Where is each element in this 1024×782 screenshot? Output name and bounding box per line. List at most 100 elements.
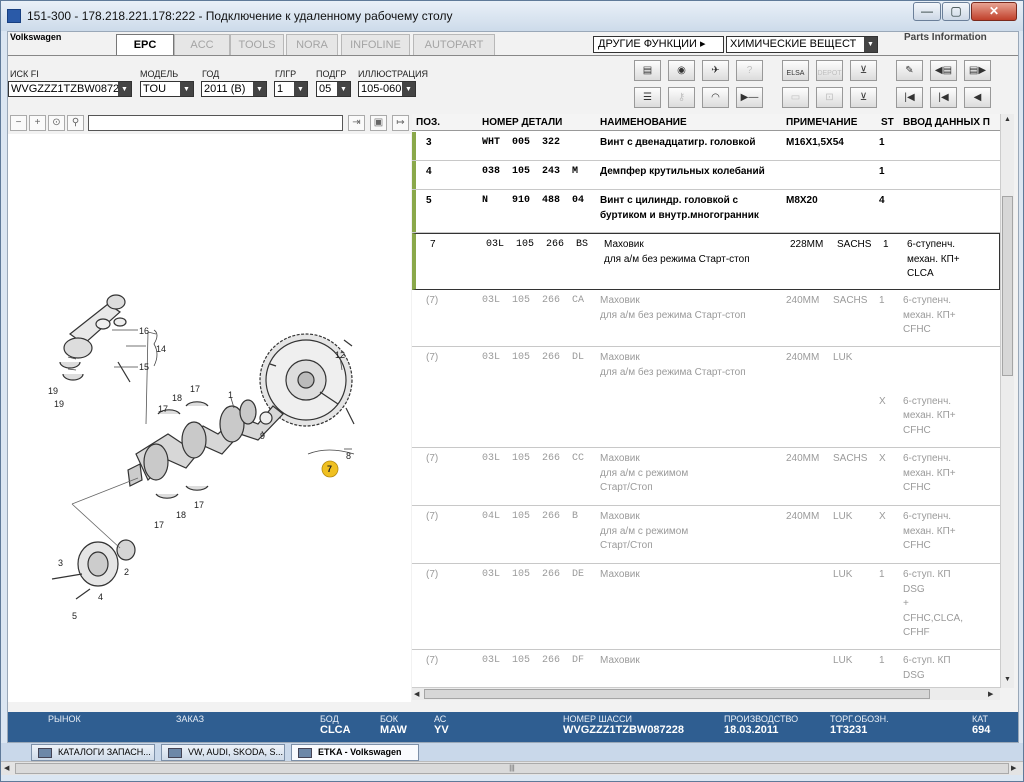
help-icon[interactable]: ? bbox=[736, 60, 763, 81]
vin-select[interactable]: WVGZZZ1TZBW08722 ▼ bbox=[8, 81, 132, 97]
callout-16[interactable]: 16 bbox=[139, 326, 149, 336]
cart-add-icon[interactable]: ⊻ bbox=[850, 87, 877, 108]
magnifier-icon[interactable]: ⚲ bbox=[67, 115, 84, 131]
header-part-number[interactable]: НОМЕР ДЕТАЛИ bbox=[482, 117, 562, 128]
zoom-in-icon[interactable]: + bbox=[29, 115, 46, 131]
callout-9[interactable]: 9 bbox=[260, 431, 265, 441]
scroll-down-icon[interactable]: ▼ bbox=[1004, 676, 1011, 683]
table-horizontal-scrollbar[interactable]: ◀ ▶ bbox=[412, 687, 1000, 700]
horizontal-scroll-thumb[interactable] bbox=[424, 689, 930, 699]
chevron-down-icon[interactable]: ▼ bbox=[180, 82, 193, 96]
remote-horizontal-scrollbar[interactable]: ◀ ||| ▶ bbox=[1, 761, 1023, 775]
callout-2[interactable]: 2 bbox=[124, 567, 129, 577]
callout-5[interactable]: 5 bbox=[72, 611, 77, 621]
year-select[interactable]: 2011 (B) ▼ bbox=[201, 81, 267, 97]
cart-icon[interactable]: ⊻ bbox=[850, 60, 877, 81]
callout-12[interactable]: 12 bbox=[335, 350, 345, 360]
tab-epc[interactable]: EPC bbox=[116, 34, 174, 56]
task-catalogs[interactable]: КАТАЛОГИ ЗАПАСН... bbox=[31, 744, 155, 761]
expand-icon[interactable]: ↦ bbox=[392, 115, 409, 131]
callout-4[interactable]: 4 bbox=[98, 592, 103, 602]
zoom-fit-icon[interactable]: ⊙ bbox=[48, 115, 65, 131]
tab-nora[interactable]: NORA bbox=[286, 34, 338, 55]
cd-icon[interactable]: ◉ bbox=[668, 60, 695, 81]
scroll-left-icon[interactable]: ◀ bbox=[4, 764, 9, 772]
chevron-down-icon[interactable]: ▼ bbox=[118, 82, 131, 96]
minimize-button[interactable]: — bbox=[913, 2, 941, 21]
key-icon[interactable]: ⚷ bbox=[668, 87, 695, 108]
task-vw-audi-skoda[interactable]: VW, AUDI, SKODA, S... bbox=[161, 744, 285, 761]
next-page-icon[interactable]: ▤▶ bbox=[964, 60, 991, 81]
table-row[interactable]: 5 N 910 488 04 Винт с цилиндр. головкой с … bbox=[412, 190, 1000, 233]
other-functions-button[interactable]: ДРУГИЕ ФУНКЦИИ ▸ bbox=[593, 36, 724, 53]
remote-scroll-thumb[interactable]: ||| bbox=[15, 763, 1009, 774]
previous-icon[interactable]: ◀ bbox=[964, 87, 991, 108]
parts-illustration[interactable]: 16 14 15 19 19 18 17 17 1 9 12 8 7 3 2 4… bbox=[8, 134, 411, 702]
car-icon[interactable]: ⊡ bbox=[816, 87, 843, 108]
back-icon[interactable]: |◀ bbox=[930, 87, 957, 108]
chevron-down-icon[interactable]: ▼ bbox=[864, 37, 877, 52]
table-row[interactable]: (7) 03L 105 266 DL Маховик для а/м без реж… bbox=[412, 347, 1000, 448]
callout-17-lower-right[interactable]: 17 bbox=[194, 500, 204, 510]
car-repair-icon[interactable]: ✈ bbox=[702, 60, 729, 81]
next-step-icon[interactable]: ▶— bbox=[736, 87, 763, 108]
pin-icon[interactable]: ✎ bbox=[896, 60, 923, 81]
table-row[interactable]: (7) 03L 105 266 DF Маховик LUK 1 6-ступ. КП D… bbox=[412, 650, 1000, 688]
callout-3[interactable]: 3 bbox=[58, 558, 63, 568]
split-view-icon[interactable]: ⇥ bbox=[348, 115, 365, 131]
callout-8[interactable]: 8 bbox=[346, 451, 351, 461]
scroll-right-icon[interactable]: ▶ bbox=[1011, 764, 1016, 772]
callout-18-upper[interactable]: 18 bbox=[172, 393, 182, 403]
model-select[interactable]: TOU ▼ bbox=[140, 81, 194, 97]
table-vertical-scrollbar[interactable]: ▲ ▼ bbox=[1000, 114, 1014, 688]
vertical-scroll-thumb[interactable] bbox=[1002, 196, 1013, 376]
callout-17-lower-left[interactable]: 17 bbox=[154, 520, 164, 530]
subgroup-select[interactable]: 05 ▼ bbox=[316, 81, 351, 97]
depot-icon[interactable]: DEPOT bbox=[816, 60, 843, 81]
maximize-button[interactable]: ▢ bbox=[942, 2, 970, 21]
tab-autopart[interactable]: AUTOPART bbox=[413, 34, 495, 55]
header-st[interactable]: ST bbox=[881, 117, 894, 128]
prev-page-icon[interactable]: ◀▤ bbox=[930, 60, 957, 81]
chevron-down-icon[interactable]: ▼ bbox=[402, 82, 415, 96]
callout-1[interactable]: 1 bbox=[228, 390, 233, 400]
zoom-out-icon[interactable]: − bbox=[10, 115, 27, 131]
callout-19-upper[interactable]: 19 bbox=[48, 386, 58, 396]
computer-icon[interactable]: ▭ bbox=[782, 87, 809, 108]
header-input[interactable]: ВВОД ДАННЫХ П bbox=[903, 117, 990, 128]
scroll-up-icon[interactable]: ▲ bbox=[1004, 116, 1011, 123]
table-row[interactable]: (7) 03L 105 266 DE Маховик LUK 1 6-ступ. КП D… bbox=[412, 564, 1000, 650]
tab-infoline[interactable]: INFOLINE bbox=[341, 34, 410, 55]
table-row[interactable]: (7) 04L 105 266 B Маховик для а/м с режимо… bbox=[412, 506, 1000, 564]
callout-7[interactable]: 7 bbox=[327, 464, 332, 474]
tab-tools[interactable]: TOOLS bbox=[230, 34, 284, 55]
callout-17-upper-right[interactable]: 17 bbox=[190, 384, 200, 394]
first-icon[interactable]: |◀ bbox=[896, 87, 923, 108]
scroll-left-icon[interactable]: ◀ bbox=[414, 690, 419, 698]
chevron-down-icon[interactable]: ▼ bbox=[337, 82, 350, 96]
table-row[interactable]: (7) 03L 105 266 CC Маховик для а/м с режим… bbox=[412, 448, 1000, 506]
scroll-right-icon[interactable]: ▶ bbox=[988, 690, 993, 698]
list-icon[interactable]: ☰ bbox=[634, 87, 661, 108]
table-row[interactable]: 4 038 105 243 M Демпфер крутильных колебан… bbox=[412, 161, 1000, 190]
elsa-icon[interactable]: ELSA bbox=[782, 60, 809, 81]
table-row[interactable]: (7) 03L 105 266 CA Маховик для а/м без реж… bbox=[412, 290, 1000, 347]
print-icon[interactable]: ▤ bbox=[634, 60, 661, 81]
illustration-select[interactable]: 105-060 ▼ bbox=[358, 81, 416, 97]
table-row[interactable]: 7 03L 105 266 BS Маховик для а/м без режим… bbox=[412, 233, 1000, 290]
group-select[interactable]: 1 ▼ bbox=[274, 81, 308, 97]
callout-19-lower[interactable]: 19 bbox=[54, 399, 64, 409]
chevron-down-icon[interactable]: ▼ bbox=[253, 82, 266, 96]
callout-17-upper-left[interactable]: 17 bbox=[158, 404, 168, 414]
callout-18-lower[interactable]: 18 bbox=[176, 510, 186, 520]
close-button[interactable]: ✕ bbox=[971, 2, 1017, 21]
gauge-icon[interactable]: ◠ bbox=[702, 87, 729, 108]
chemicals-dropdown[interactable]: ХИМИЧЕСКИЕ ВЕЩЕСТ ▼ bbox=[726, 36, 878, 53]
illustration-search-input[interactable] bbox=[88, 115, 343, 131]
header-name[interactable]: НАИМЕНОВАНИЕ bbox=[600, 117, 687, 128]
task-etka[interactable]: ETKA - Volkswagen bbox=[291, 744, 419, 761]
callout-15[interactable]: 15 bbox=[139, 362, 149, 372]
header-note[interactable]: ПРИМЕЧАНИЕ bbox=[786, 117, 857, 128]
header-pos[interactable]: ПОЗ. bbox=[416, 117, 440, 128]
callout-14[interactable]: 14 bbox=[156, 344, 166, 354]
